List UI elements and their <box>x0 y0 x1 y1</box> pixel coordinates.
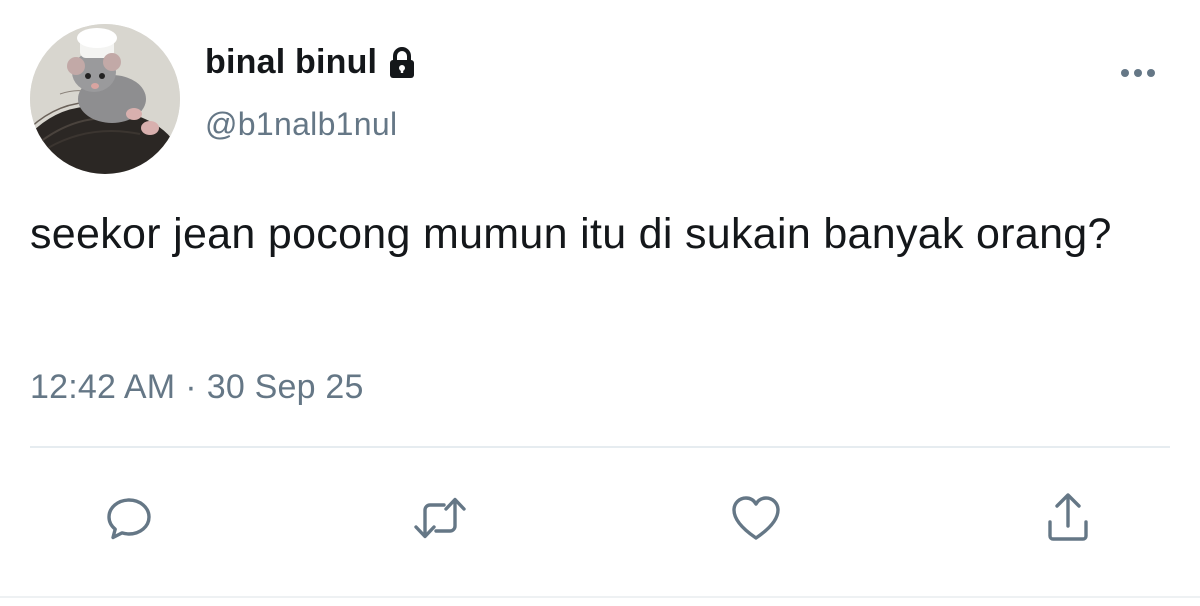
tweet-text: seekor jean pocong mumun itu di sukain b… <box>30 210 1112 258</box>
tweet-timestamp[interactable]: 12:42 AM · 30 Sep 25 <box>30 368 364 407</box>
reply-icon[interactable] <box>97 486 161 550</box>
author-handle[interactable]: @b1nalb1nul <box>205 106 397 143</box>
avatar[interactable] <box>30 24 180 174</box>
retweet-icon[interactable] <box>408 486 472 550</box>
share-icon[interactable] <box>1036 486 1100 550</box>
tweet-date: 30 Sep 25 <box>206 368 364 406</box>
tweet-time: 12:42 AM <box>30 368 176 406</box>
mouse-plush-avatar-icon <box>30 24 180 174</box>
divider <box>30 446 1170 448</box>
action-bar <box>0 486 1200 550</box>
author-name-row: binal binul <box>205 40 417 84</box>
display-name[interactable]: binal binul <box>205 43 377 82</box>
like-icon[interactable] <box>724 486 788 550</box>
meta-separator: · <box>185 368 197 406</box>
lock-icon <box>387 47 417 79</box>
more-icon[interactable] <box>1116 62 1160 84</box>
bottom-divider <box>0 596 1200 598</box>
